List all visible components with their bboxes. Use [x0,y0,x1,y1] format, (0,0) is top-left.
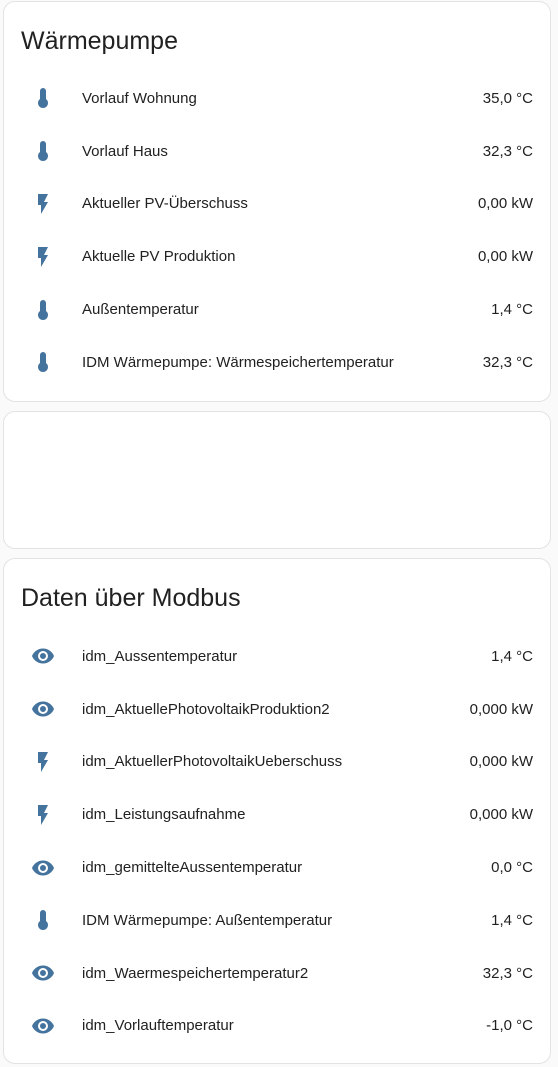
entity-name: Aktuelle PV Produktion [82,248,236,266]
entity-state: 32,3 °C [482,353,533,371]
entity-row[interactable]: Aktueller PV-Überschuss 0,00 kW [4,178,550,231]
eye-icon [29,959,57,987]
card-title: Wärmepumpe [21,27,178,55]
entity-row[interactable]: Aktuelle PV Produktion 0,00 kW [4,230,550,283]
entity-row[interactable]: Vorlauf Haus 32,3 °C [4,125,550,178]
entity-state: 1,4 °C [491,647,533,665]
thermometer-icon [29,348,57,376]
entity-state: 0,000 kW [469,806,533,824]
card-title: Daten über Modbus [21,584,241,612]
entity-state: 32,3 °C [482,964,533,982]
entity-list: idm_Aussentemperatur 1,4 °C idm_AktuellePh… [4,630,550,1052]
entity-row[interactable]: idm_Vorlauftemperatur -1,0 °C [4,1000,550,1053]
flash-icon [29,190,57,218]
thermometer-icon [29,84,57,112]
entity-row[interactable]: Außentemperatur 1,4 °C [4,283,550,336]
entity-row[interactable]: IDM Wärmepumpe: Außentemperatur 1,4 °C [4,894,550,947]
entity-row[interactable]: idm_AktuellerPhotovoltaikUeberschuss 0,00… [4,736,550,789]
entity-state: 0,000 kW [469,753,533,771]
flash-icon [29,748,57,776]
entity-state: -1,0 °C [486,1017,533,1035]
eye-icon [29,695,57,723]
entity-state: 1,4 °C [491,301,533,319]
entity-name: IDM Wärmepumpe: Außentemperatur [82,911,333,929]
entity-row[interactable]: IDM Wärmepumpe: Wärmespeichertemperatur 3… [4,336,550,389]
thermometer-icon [29,296,57,324]
entity-state: 0,0 °C [491,859,533,877]
entity-row[interactable]: idm_AktuellePhotovoltaikProduktion2 0,000… [4,683,550,736]
flash-icon [29,243,57,271]
entity-name: idm_AktuellePhotovoltaikProduktion2 [82,700,330,718]
entity-row[interactable]: Vorlauf Wohnung 35,0 °C [4,72,550,125]
thermometer-icon [29,906,57,934]
entity-row[interactable]: idm_Waermespeichertemperatur2 32,3 °C [4,947,550,1000]
eye-icon [29,642,57,670]
entity-name: idm_Aussentemperatur [82,647,238,665]
eye-icon [29,854,57,882]
entity-state: 35,0 °C [482,89,533,107]
entity-row[interactable]: idm_Aussentemperatur 1,4 °C [4,630,550,683]
entity-row[interactable]: idm_gemittelteAussentemperatur 0,0 °C [4,841,550,894]
entity-state: 0,000 kW [469,700,533,718]
entity-name: idm_gemittelteAussentemperatur [82,859,303,877]
entity-state: 0,00 kW [477,248,533,266]
entity-name: Aktueller PV-Überschuss [82,195,248,213]
entity-name: IDM Wärmepumpe: Wärmespeichertemperatur [82,353,394,371]
entity-name: Vorlauf Haus [82,142,168,160]
entity-name: idm_Vorlauftemperatur [82,1017,234,1035]
entity-state: 1,4 °C [491,911,533,929]
entity-state: 32,3 °C [482,142,533,160]
entity-list: Vorlauf Wohnung 35,0 °C Vorlauf Haus 32,3 °… [4,72,550,389]
thermometer-icon [29,137,57,165]
empty-card [3,411,551,549]
entity-name: Außentemperatur [82,301,199,319]
entity-state: 0,00 kW [477,195,533,213]
eye-icon [29,1012,57,1040]
flash-icon [29,801,57,829]
entity-name: idm_Waermespeichertemperatur2 [82,964,309,982]
entity-name: idm_AktuellerPhotovoltaikUeberschuss [82,753,343,771]
waermepumpe-card: Wärmepumpe Vorlauf Wohnung 35,0 °C Vorlauf… [3,1,551,402]
modbus-card: Daten über Modbus idm_Aussentemperatur 1,… [3,558,551,1064]
entity-name: idm_Leistungsaufnahme [82,806,246,824]
entity-name: Vorlauf Wohnung [82,89,197,107]
entity-row[interactable]: idm_Leistungsaufnahme 0,000 kW [4,788,550,841]
